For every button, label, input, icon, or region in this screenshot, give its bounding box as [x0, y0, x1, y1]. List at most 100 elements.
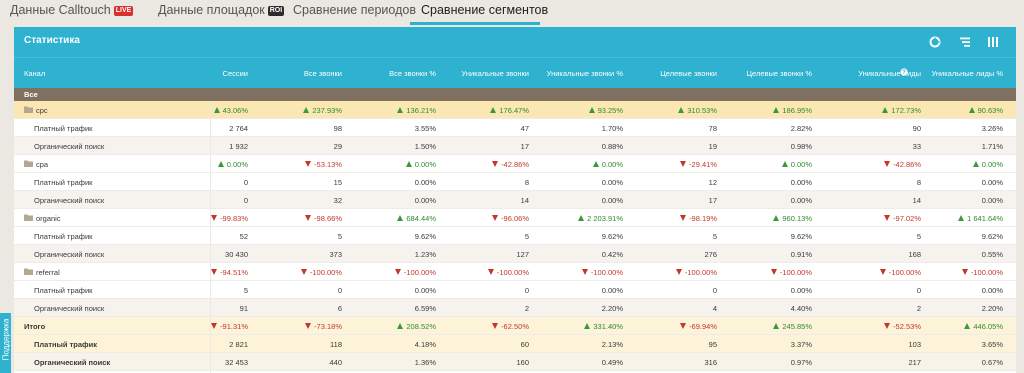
- group-row-referral[interactable]: referral -94.51% -100.00% -100.00% -100.00% -…: [14, 263, 1016, 281]
- value-cell: 9.62%: [790, 232, 812, 241]
- change-value: 0.00%: [414, 160, 436, 169]
- arrow-down-icon: [305, 161, 312, 167]
- columns-icon[interactable]: [986, 36, 1000, 48]
- arrow-up-icon: [592, 161, 599, 167]
- col-sessions[interactable]: Сессии: [223, 69, 248, 78]
- table-row[interactable]: Органический поиск 91 6 6.59% 2 2.20% 4 4.40% 2 2…: [14, 299, 1016, 317]
- change-cell: -69.94%: [680, 322, 717, 331]
- value-cell: 5: [243, 286, 248, 295]
- value-cell: 2 821: [229, 340, 248, 349]
- change-value: 245.85%: [782, 322, 812, 331]
- group-row-cpc[interactable]: cpc 43.06% 237.93% 136.21% 176.47% 93.25% 310.…: [14, 101, 1016, 119]
- table-row[interactable]: Платный трафик 52 5 9.62% 5 9.62% 5 9.62% 5 9.62%: [14, 227, 1016, 245]
- change-value: -97.02%: [893, 214, 921, 223]
- change-cell: -100.00%: [770, 268, 812, 277]
- arrow-down-icon: [770, 269, 777, 275]
- support-tab[interactable]: Поддержка: [0, 313, 11, 373]
- change-value: 208.52%: [406, 322, 436, 331]
- change-value: -98.66%: [314, 214, 342, 223]
- arrow-down-icon: [211, 269, 218, 275]
- value-cell: 0: [337, 286, 342, 295]
- arrow-down-icon: [492, 161, 499, 167]
- arrow-up-icon: [773, 107, 780, 113]
- value-cell: 8: [524, 178, 529, 187]
- tab-calltouch-label: Данные Calltouch: [10, 3, 111, 17]
- value-cell: 0: [243, 178, 248, 187]
- change-cell: -73.18%: [305, 322, 342, 331]
- change-cell: 176.47%: [490, 106, 529, 115]
- tab-period-compare[interactable]: Сравнение периодов: [293, 0, 416, 25]
- value-cell: 95: [708, 340, 717, 349]
- table-row[interactable]: Органический поиск 0 32 0.00% 14 0.00% 17 0.00%…: [14, 191, 1016, 209]
- column-divider: [210, 101, 211, 373]
- group-row-cpa[interactable]: cpa 0.00% -53.13% 0.00% -42.86% 0.00% -29.41% 0…: [14, 155, 1016, 173]
- change-cell: 446.05%: [964, 322, 1003, 331]
- col-channel[interactable]: Канал: [24, 69, 45, 78]
- value-cell: 5: [712, 232, 717, 241]
- table-row[interactable]: Органический поиск 1 932 29 1.50% 17 0.88% 19 0…: [14, 137, 1016, 155]
- value-cell: 0.00%: [601, 196, 623, 205]
- col-unique-leads[interactable]: Уникальные лиды: [858, 69, 921, 78]
- change-value: 1 641.64%: [967, 214, 1003, 223]
- arrow-down-icon: [211, 323, 218, 329]
- top-tabs: Данные Calltouch LIVE Данные площадок ROI …: [0, 0, 1024, 25]
- table-row[interactable]: Органический поиск 30 430 373 1.23% 127 0.42%…: [14, 245, 1016, 263]
- help-icon[interactable]: ?: [900, 68, 908, 76]
- change-cell: -91.31%: [211, 322, 248, 331]
- value-cell: 0.00%: [790, 286, 812, 295]
- change-cell: 43.06%: [213, 106, 248, 115]
- tab-platforms-data[interactable]: Данные площадок ROI: [158, 0, 285, 25]
- change-value: 960.13%: [782, 214, 812, 223]
- all-segment-label: Все: [24, 90, 38, 99]
- change-cell: -100.00%: [879, 268, 921, 277]
- arrow-up-icon: [968, 107, 975, 113]
- group-row-organic[interactable]: organic -99.83% -98.66% 684.44% -96.06% 2 203…: [14, 209, 1016, 227]
- change-cell: 245.85%: [773, 322, 812, 331]
- value-cell: 2.82%: [790, 124, 812, 133]
- value-cell: 5: [524, 232, 529, 241]
- change-cell: -98.66%: [305, 214, 342, 223]
- col-unique-calls[interactable]: Уникальные звонки: [461, 69, 529, 78]
- total-row[interactable]: Итого -91.31% -73.18% 208.52% -62.50% 331.40%…: [14, 317, 1016, 335]
- table-row[interactable]: Платный трафик 5 0 0.00% 0 0.00% 0 0.00% 0 0.00%: [14, 281, 1016, 299]
- change-cell: -98.19%: [680, 214, 717, 223]
- value-cell: 3.55%: [414, 124, 436, 133]
- pie-chart-icon[interactable]: [928, 36, 942, 48]
- arrow-up-icon: [397, 323, 404, 329]
- col-all-calls-pct[interactable]: Все звонки %: [389, 69, 436, 78]
- col-target-calls-pct[interactable]: Целевые звонки %: [746, 69, 812, 78]
- value-cell: 0.00%: [601, 286, 623, 295]
- value-cell: 78: [708, 124, 717, 133]
- value-cell: 118: [330, 340, 342, 349]
- value-cell: 0.42%: [601, 250, 623, 259]
- col-all-calls[interactable]: Все звонки: [304, 69, 342, 78]
- change-cell: 2 203.91%: [578, 214, 623, 223]
- row-label: Платный трафик: [34, 124, 93, 133]
- tab-calltouch-data[interactable]: Данные Calltouch LIVE: [10, 0, 134, 25]
- value-cell: 0: [243, 196, 248, 205]
- arrow-down-icon: [492, 323, 499, 329]
- change-value: -99.83%: [220, 214, 248, 223]
- panel-header: Статистика: [14, 27, 1016, 57]
- col-unique-leads-pct[interactable]: Уникальные лиды %: [931, 69, 1003, 78]
- col-unique-calls-pct[interactable]: Уникальные звонки %: [547, 69, 623, 78]
- value-cell: 1.71%: [981, 142, 1003, 151]
- all-segment-row[interactable]: Все: [14, 88, 1016, 101]
- change-cell: -42.86%: [884, 160, 921, 169]
- change-value: 0.00%: [790, 160, 812, 169]
- change-value: 684.44%: [406, 214, 436, 223]
- table-row[interactable]: Органический поиск 32 453 440 1.36% 160 0.49%…: [14, 353, 1016, 371]
- filter-lines-icon[interactable]: [958, 36, 972, 48]
- value-cell: 0.98%: [790, 142, 812, 151]
- value-cell: 3.37%: [790, 340, 812, 349]
- value-cell: 3.65%: [981, 340, 1003, 349]
- table-row[interactable]: Платный трафик 0 15 0.00% 8 0.00% 12 0.00% 8 0.00…: [14, 173, 1016, 191]
- table-row[interactable]: Платный трафик 2 821 118 4.18% 60 2.13% 95 3.37…: [14, 335, 1016, 353]
- value-cell: 2.13%: [601, 340, 623, 349]
- value-cell: 127: [516, 250, 529, 259]
- col-target-calls[interactable]: Целевые звонки: [660, 69, 717, 78]
- table-row[interactable]: Платный трафик 2 764 98 3.55% 47 1.70% 78 2.82%…: [14, 119, 1016, 137]
- change-value: -29.41%: [689, 160, 717, 169]
- arrow-down-icon: [961, 269, 968, 275]
- change-value: -69.94%: [689, 322, 717, 331]
